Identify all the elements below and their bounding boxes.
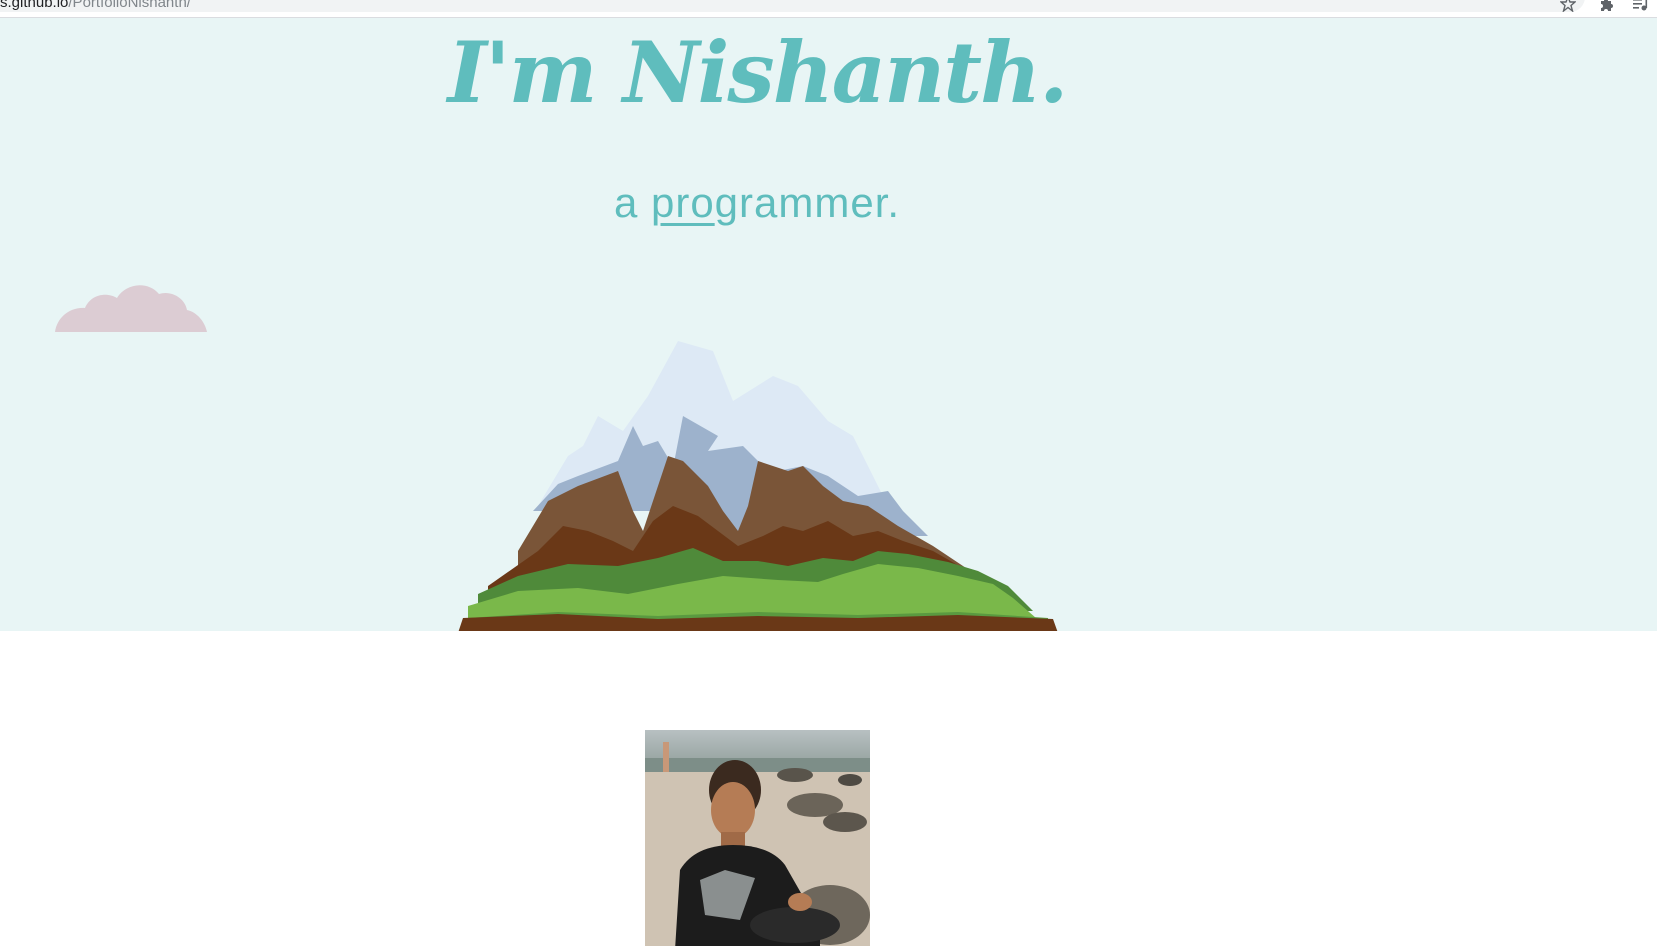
puzzle-icon[interactable] [1599,0,1615,12]
subtitle-prefix: a [613,179,651,226]
hero-title: I'm Nishanth. [447,23,1069,122]
about-section [0,631,1657,946]
subtitle-rest: grammer. [714,179,901,226]
url-host: s.github.io [0,0,69,11]
subtitle-typed-text: pro [650,179,715,226]
browser-viewport: s.github.io/PortfolioNishanth/ I'm Nisha… [0,0,1657,946]
url-path: /PortfolioNishanth/ [68,0,191,11]
bookmark-star-icon[interactable] [1560,0,1576,12]
browser-address-bar: s.github.io/PortfolioNishanth/ [0,0,1657,18]
profile-photo [645,730,870,946]
media-control-icon[interactable] [1632,0,1648,12]
url-text[interactable]: s.github.io/PortfolioNishanth/ [0,0,191,12]
hero-subtitle: a programmer. [0,178,1514,228]
mountain-illustration [458,341,1058,631]
omnibox[interactable] [0,0,1585,12]
cloud-icon [55,285,207,332]
hero-section: I'm Nishanth. a programmer. [0,18,1657,631]
